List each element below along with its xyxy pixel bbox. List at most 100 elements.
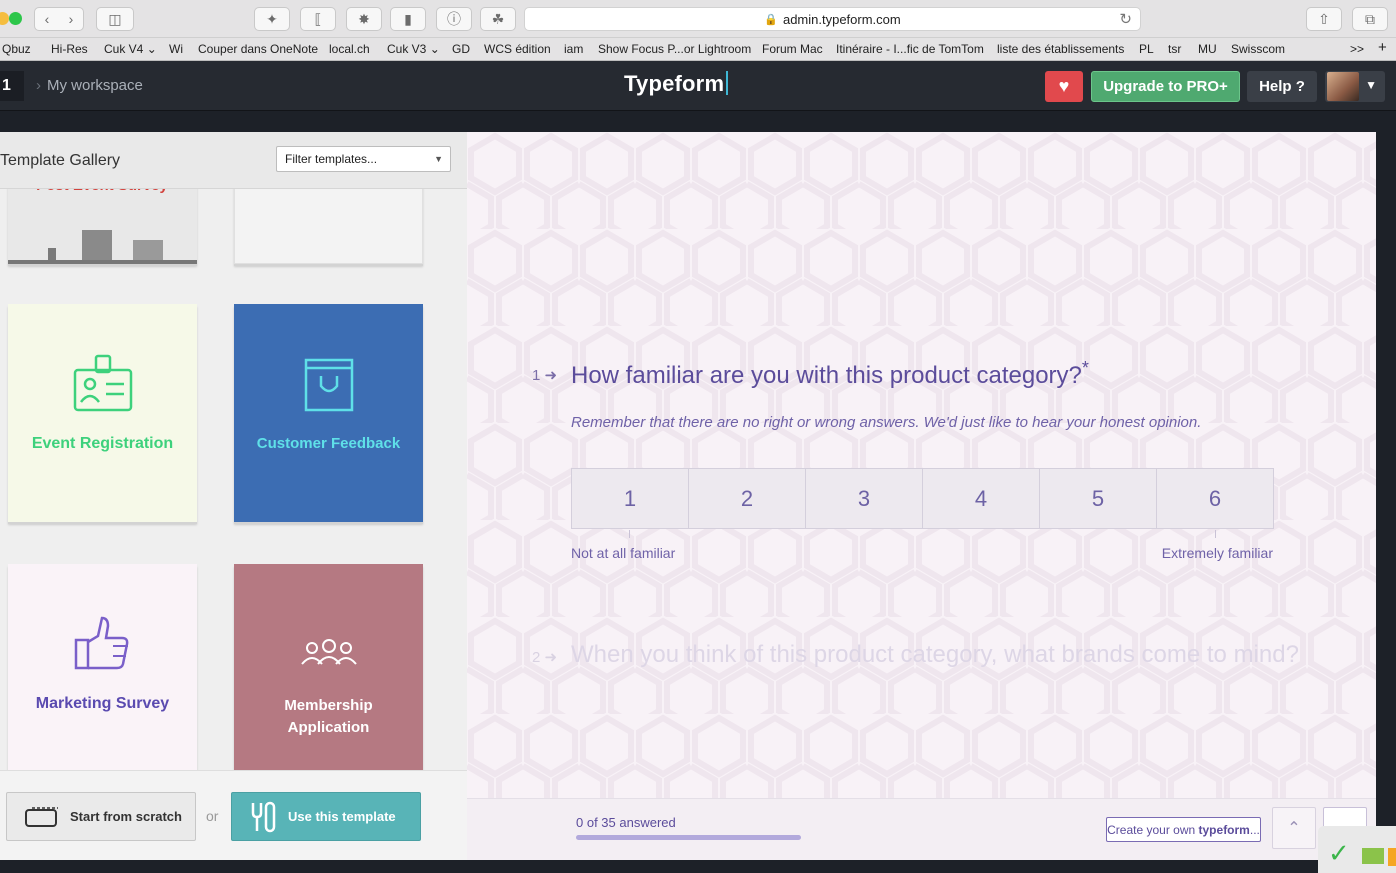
create-your-own-typeform-button[interactable]: Create your own typeform... — [1106, 817, 1261, 842]
previous-question-button[interactable]: ⌃ — [1272, 807, 1316, 849]
use-this-template-button[interactable]: Use this template — [231, 792, 421, 841]
help-button[interactable]: Help ? — [1247, 71, 1317, 102]
user-menu-button[interactable]: ▼ — [1325, 71, 1385, 102]
scale-tick-high — [1215, 530, 1216, 538]
share-icon[interactable]: ⇧ — [1306, 7, 1342, 31]
question-1-title: How familiar are you with this product c… — [571, 358, 1089, 390]
gallery-action-bar: Start from scratch or Use this template — [0, 770, 467, 860]
logo-caret — [726, 71, 729, 95]
template-gallery-panel: Post Event Survey Event Registration Cus… — [0, 132, 467, 860]
avatar — [1327, 72, 1359, 101]
evernote-icon[interactable]: ☘ — [480, 7, 516, 31]
chevron-right-icon: › — [36, 77, 41, 94]
bookmark-item[interactable]: tsr — [1168, 42, 1181, 56]
bookmark-item[interactable]: Show Focus P...or Lightroom — [598, 42, 751, 56]
bookmark-item[interactable]: iam — [564, 42, 583, 56]
scale-option[interactable]: 5 — [1040, 469, 1157, 528]
bookmark-item[interactable]: local.ch — [329, 42, 370, 56]
bookmark-item[interactable]: Hi-Res — [51, 42, 88, 56]
scale-option[interactable]: 2 — [689, 469, 806, 528]
scale-option[interactable]: 1 — [572, 469, 689, 528]
card-marketing-survey-label: Marketing Survey — [35, 695, 170, 712]
app-icon[interactable] — [1362, 848, 1384, 864]
template-card-membership-application[interactable]: Membership Application — [234, 564, 423, 774]
url-text: admin.typeform.com — [782, 11, 901, 27]
upgrade-button[interactable]: Upgrade to PRO+ — [1091, 71, 1240, 102]
bookmark-folder[interactable]: Cuk V4 ⌄ — [104, 42, 157, 56]
bookmark-icon[interactable]: ▮ — [390, 7, 426, 31]
scale-option[interactable]: 6 — [1157, 469, 1273, 528]
window-zoom-icon[interactable] — [9, 12, 22, 25]
bookmark-item[interactable]: Couper dans OneNote — [198, 42, 318, 56]
bookmark-item[interactable]: liste des établissements — [997, 42, 1124, 56]
lock-icon: 🔒 — [764, 13, 778, 26]
new-tab-icon[interactable]: + — [1378, 39, 1387, 56]
question-2-title[interactable]: When you think of this product category,… — [571, 641, 1299, 669]
heart-icon: ♥ — [1058, 76, 1070, 96]
filter-placeholder: Filter templates... — [285, 152, 378, 166]
typeform-logo: Typeform — [624, 71, 729, 97]
template-card-marketing-survey[interactable]: Marketing Survey — [8, 564, 197, 774]
bookmark-item[interactable]: Swisscom — [1231, 42, 1285, 56]
template-card-customer-feedback[interactable]: Customer Feedback — [234, 304, 423, 522]
password-icon[interactable]: ⓘ — [436, 7, 472, 31]
bookmark-item[interactable]: Wi — [169, 42, 183, 56]
or-separator: or — [206, 808, 219, 824]
start-from-scratch-button[interactable]: Start from scratch — [6, 792, 196, 841]
hexagon-background — [467, 132, 1376, 798]
create-own-brand: typeform — [1198, 822, 1250, 837]
tool-icon[interactable]: ✸ — [346, 7, 382, 31]
create-own-prefix: Create your own — [1107, 822, 1199, 837]
card-membership-application-label: Membership Application — [284, 697, 373, 736]
bookmark-item[interactable]: PL — [1139, 42, 1154, 56]
template-card-event-registration[interactable]: Event Registration — [8, 304, 197, 522]
bookmarks-overflow-icon[interactable]: >> — [1350, 42, 1364, 56]
bookmark-item[interactable]: Itinéraire - I...fic de TomTom — [836, 42, 984, 56]
card-event-registration-label: Event Registration — [31, 435, 174, 452]
scale-low-label: Not at all familiar — [571, 545, 676, 561]
reload-icon[interactable]: ↻ — [1119, 10, 1132, 28]
sidebar-toggle-icon[interactable]: ◫ — [96, 7, 134, 31]
dock: ✓ — [1318, 826, 1396, 873]
app-icon[interactable] — [1388, 848, 1396, 866]
heart-button[interactable]: ♥ — [1045, 71, 1083, 102]
thumbs-up-icon — [74, 616, 128, 670]
bookmark-item[interactable]: MU — [1198, 42, 1217, 56]
bookmark-item[interactable]: GD — [452, 42, 470, 56]
breadcrumb-workspace[interactable]: My workspace — [47, 77, 143, 94]
use-this-template-label: Use this template — [288, 809, 396, 824]
chevron-up-icon: ⌃ — [1287, 820, 1301, 837]
back-icon[interactable]: ‹ — [45, 11, 50, 27]
address-bar[interactable]: 🔒 admin.typeform.com ↻ — [524, 7, 1141, 31]
back-forward-buttons[interactable]: ‹ › — [34, 7, 84, 31]
scale-high-label: Extremely familiar — [1161, 545, 1273, 561]
workspace-number[interactable]: 1 — [0, 71, 24, 101]
pin-icon[interactable]: ⟦ — [300, 7, 336, 31]
question-1-description: Remember that there are no right or wron… — [571, 414, 1202, 431]
bookmark-item[interactable]: WCS édition — [484, 42, 551, 56]
logo-text: Typeform — [624, 71, 725, 96]
browser-toolbar: ‹ › ◫ ✦ ⟦ ✸ ▮ ⓘ ☘ 🔒 admin.typeform.com ↻ … — [0, 0, 1396, 38]
filter-templates-select[interactable]: Filter templates... ▼ — [276, 146, 451, 172]
breadcrumb[interactable]: › My workspace — [36, 77, 143, 94]
bookmark-item[interactable]: Qbuz — [2, 42, 31, 56]
bookmark-item[interactable]: Forum Mac — [762, 42, 823, 56]
template-card-post-event[interactable]: Post Event Survey — [8, 182, 197, 264]
forward-icon[interactable]: › — [69, 11, 74, 27]
question-1-number: 1 — [532, 367, 541, 384]
extension-icon[interactable]: ✦ — [254, 7, 290, 31]
start-from-scratch-label: Start from scratch — [70, 809, 182, 824]
app-header: 1 › My workspace Typeform ♥ Upgrade to PR… — [0, 61, 1396, 111]
skyline-icon: Post Event Survey — [8, 182, 197, 264]
progress-bar — [576, 835, 801, 840]
tabs-icon[interactable]: ⧉ — [1352, 7, 1388, 31]
window-minimize-icon[interactable] — [0, 12, 9, 25]
scale-option[interactable]: 3 — [806, 469, 923, 528]
create-own-suffix: ... — [1249, 822, 1260, 837]
gallery-title: Template Gallery — [0, 152, 121, 169]
shopping-bag-icon — [304, 358, 353, 412]
bookmark-folder[interactable]: Cuk V3 ⌄ — [387, 42, 440, 56]
checkmark-app-icon[interactable]: ✓ — [1328, 838, 1350, 869]
scale-option[interactable]: 4 — [923, 469, 1040, 528]
template-card-blank[interactable] — [234, 182, 423, 264]
